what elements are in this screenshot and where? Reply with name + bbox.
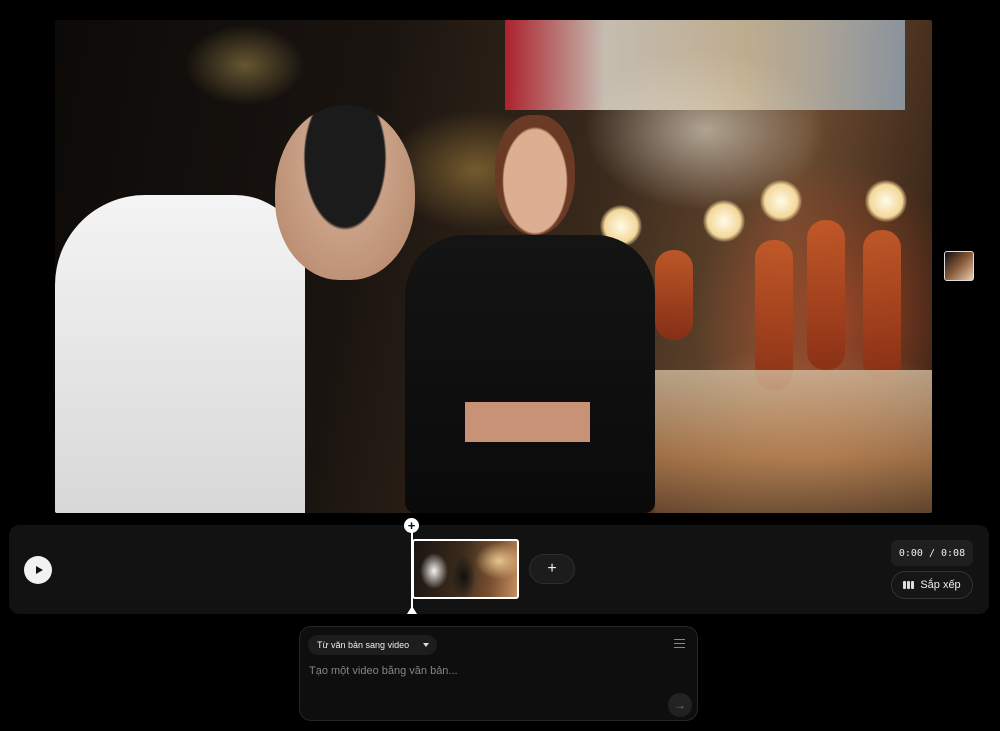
add-clip-button[interactable]: + [529,554,575,584]
prompt-input[interactable] [309,665,669,677]
man-head [275,105,415,280]
hanging-squid [755,240,793,390]
playhead-handle[interactable] [407,606,417,614]
food-stall-sign [505,20,905,110]
chevron-down-icon [423,643,430,647]
stall-lamp [760,180,802,222]
arrange-icon [903,581,915,589]
hanging-squid [807,220,845,370]
playhead-add-icon[interactable]: + [404,518,419,533]
mode-label: Từ văn bản sang video [317,640,410,650]
seafood-tray [655,370,932,513]
time-display: 0:00 / 0:08 [891,540,973,566]
video-preview [55,20,932,513]
arrange-label: Sắp xếp [920,579,961,591]
arrange-button[interactable]: Sắp xếp [891,571,973,599]
prompt-panel: Từ văn bản sang video → [299,626,698,721]
timeline-clip[interactable] [412,539,519,599]
woman-midriff [465,402,590,442]
stall-lamp [865,180,907,222]
hanging-squid [655,250,693,340]
man-figure [55,195,305,513]
play-button[interactable] [24,556,52,584]
sliders-icon[interactable] [674,639,685,649]
play-icon [35,566,43,574]
stall-lamp [703,200,745,242]
woman-head [495,115,575,235]
hanging-squid [863,230,901,380]
send-button[interactable]: → [668,693,692,717]
woman-figure [405,235,655,513]
scene-thumbnail[interactable] [944,251,974,281]
mode-dropdown[interactable]: Từ văn bản sang video [308,635,438,655]
arrow-right-icon: → [674,698,686,712]
playhead[interactable] [411,528,413,609]
